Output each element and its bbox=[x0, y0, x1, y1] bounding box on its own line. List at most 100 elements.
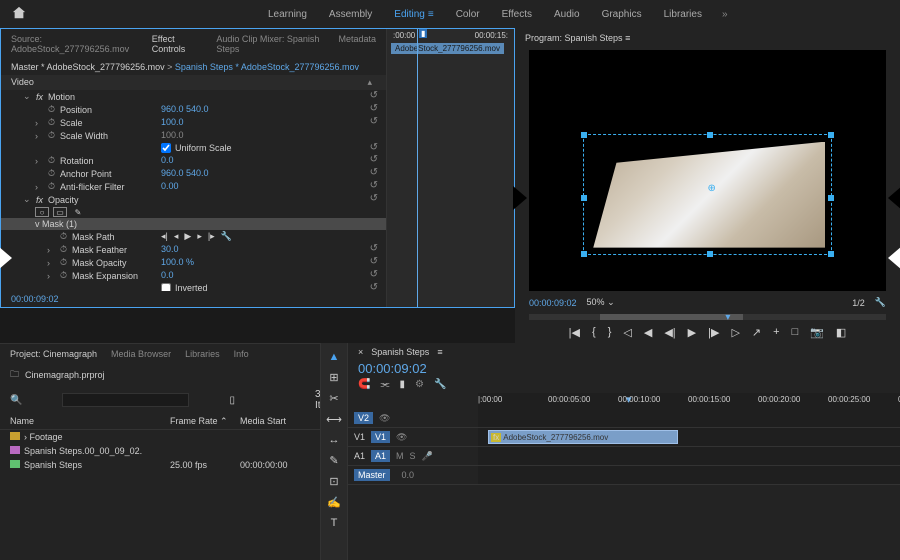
property-value[interactable]: 30.0 bbox=[161, 243, 366, 256]
reset-icon[interactable]: ↺ bbox=[366, 243, 386, 256]
pen-mask-icon[interactable]: ✎ bbox=[71, 207, 85, 217]
project-item[interactable]: › Footage bbox=[0, 430, 320, 444]
property-value[interactable]: 100.0 bbox=[161, 116, 366, 129]
solo-button[interactable]: S bbox=[410, 451, 416, 461]
col-name[interactable]: Name bbox=[10, 416, 170, 427]
program-scrubber[interactable]: ▾ bbox=[529, 314, 886, 320]
settings-icon[interactable]: ⚙ bbox=[415, 379, 424, 390]
close-tab-icon[interactable]: × bbox=[358, 347, 363, 357]
home-icon[interactable] bbox=[12, 6, 28, 22]
reset-icon[interactable]: ↺ bbox=[366, 167, 386, 180]
program-timecode[interactable]: 00:00:09:02 bbox=[529, 298, 577, 308]
tab-source[interactable]: Source: AdobeStock_277796256.mov bbox=[11, 34, 136, 54]
mask-handle[interactable] bbox=[581, 132, 587, 138]
project-tab[interactable]: Media Browser bbox=[111, 349, 171, 359]
wrench-icon[interactable]: 🔧 bbox=[221, 231, 232, 242]
workspace-assembly[interactable]: Assembly bbox=[329, 9, 372, 20]
transport-btn-6[interactable]: ▶ bbox=[688, 326, 696, 339]
effect-mini-timeline[interactable]: :00:00 ▮ 00:00:15: AdobeStock_277796256.… bbox=[386, 29, 514, 307]
stopwatch-icon[interactable]: ⏱ bbox=[60, 270, 67, 281]
tool-5[interactable]: ✎ bbox=[329, 454, 338, 467]
program-title[interactable]: Program: Spanish Steps bbox=[525, 33, 623, 43]
stopwatch-icon[interactable]: ⏱ bbox=[48, 155, 55, 166]
project-tab[interactable]: Project: Cinemagraph bbox=[10, 349, 97, 359]
workspace-libraries[interactable]: Libraries bbox=[664, 9, 702, 20]
workspace-editing[interactable]: Editing≡ bbox=[394, 9, 433, 20]
track-source[interactable]: V1 bbox=[354, 432, 365, 442]
track-lane[interactable]: fxAdobeStock_277796256.mov bbox=[478, 428, 900, 446]
track-label[interactable]: V1 bbox=[371, 431, 390, 443]
property-value[interactable]: 0.0 bbox=[161, 154, 366, 167]
master-link[interactable]: Spanish Steps * AdobeStock_277796256.mov bbox=[175, 62, 359, 72]
property-value[interactable]: 100.0 % bbox=[161, 256, 366, 269]
reset-icon[interactable]: ↺ bbox=[366, 116, 386, 129]
stopwatch-icon[interactable]: ⏱ bbox=[48, 117, 55, 128]
checkbox-uniform-scale[interactable]: Uniform Scale bbox=[161, 143, 366, 153]
transport-btn-2[interactable]: } bbox=[608, 326, 612, 339]
transport-btn-7[interactable]: |▶ bbox=[708, 326, 719, 339]
reset-icon[interactable]: ↺ bbox=[366, 193, 386, 206]
tool-3[interactable]: ⟷ bbox=[326, 413, 342, 426]
mic-icon[interactable]: 🎤 bbox=[422, 451, 433, 462]
reset-icon[interactable]: ↺ bbox=[366, 256, 386, 269]
property-value[interactable] bbox=[161, 90, 366, 103]
reset-icon[interactable]: ↺ bbox=[366, 180, 386, 193]
mask-handle[interactable] bbox=[581, 251, 587, 257]
solo-button[interactable]: 0.0 bbox=[402, 470, 415, 480]
tool-0[interactable]: ▲ bbox=[329, 351, 340, 363]
track-lane[interactable] bbox=[478, 447, 900, 465]
reset-icon[interactable]: ↺ bbox=[366, 269, 386, 282]
stopwatch-icon[interactable]: ⏱ bbox=[60, 231, 67, 242]
tool-8[interactable]: T bbox=[331, 517, 338, 529]
timeline-timecode[interactable]: 00:00:09:02 bbox=[348, 361, 900, 376]
col-framerate[interactable]: Frame Rate ⌃ bbox=[170, 416, 240, 427]
tab-effect-controls[interactable]: Effect Controls bbox=[152, 34, 201, 54]
track-lane[interactable] bbox=[478, 409, 900, 427]
transport-btn-13[interactable]: ◧ bbox=[836, 326, 846, 339]
timeline-sequence-name[interactable]: Spanish Steps bbox=[371, 347, 429, 357]
mask-handle[interactable] bbox=[707, 251, 713, 257]
mini-playhead[interactable] bbox=[417, 29, 418, 307]
mask-handle[interactable] bbox=[581, 195, 587, 201]
track-fwd-icon[interactable]: ▸ bbox=[197, 231, 202, 242]
stopwatch-icon[interactable]: ⏱ bbox=[48, 130, 55, 141]
track-prev-icon[interactable]: ◂| bbox=[161, 231, 168, 242]
expand-icon[interactable]: ⌄ bbox=[23, 91, 31, 102]
search-icon[interactable]: 🔍 bbox=[10, 395, 22, 406]
reset-icon[interactable]: ↺ bbox=[366, 154, 386, 167]
anchor-crosshair-icon[interactable]: ⊕ bbox=[708, 183, 716, 194]
tool-1[interactable]: ⊞ bbox=[329, 371, 338, 384]
effect-timecode[interactable]: 00:00:09:02 bbox=[1, 291, 386, 307]
checkbox-inverted[interactable]: Inverted bbox=[161, 283, 366, 291]
overflow-icon[interactable]: » bbox=[722, 9, 728, 20]
ellipse-mask-icon[interactable]: ○ bbox=[35, 207, 49, 217]
caret-up-icon[interactable]: ▴ bbox=[367, 77, 372, 88]
reset-icon[interactable] bbox=[366, 230, 386, 243]
expand-icon[interactable]: › bbox=[47, 245, 55, 255]
tool-2[interactable]: ✂ bbox=[329, 392, 338, 405]
tab-metadata[interactable]: Metadata bbox=[338, 34, 376, 54]
rect-mask-icon[interactable]: ▭ bbox=[53, 207, 67, 217]
zoom-dropdown[interactable]: 50% ⌄ bbox=[587, 297, 615, 308]
property-value[interactable]: 0.00 bbox=[161, 180, 366, 193]
mask-handle[interactable] bbox=[828, 132, 834, 138]
transport-btn-10[interactable]: + bbox=[773, 326, 779, 339]
nav-arrow-left-white[interactable] bbox=[0, 246, 12, 270]
page-indicator[interactable]: 1/2 bbox=[852, 298, 865, 308]
mask-handle[interactable] bbox=[707, 132, 713, 138]
expand-icon[interactable]: ⌄ bbox=[23, 194, 31, 205]
property-value[interactable]: 0.0 bbox=[161, 269, 366, 282]
property-value[interactable]: 100.0 bbox=[161, 129, 366, 142]
eye-icon[interactable]: 👁 bbox=[396, 432, 407, 443]
track-label[interactable]: Master bbox=[354, 469, 390, 481]
workspace-learning[interactable]: Learning bbox=[268, 9, 307, 20]
mask-header[interactable]: v Mask (1) bbox=[1, 218, 386, 230]
transport-btn-12[interactable]: 📷 bbox=[810, 326, 824, 339]
transport-btn-8[interactable]: ▷ bbox=[731, 326, 739, 339]
track-next-icon[interactable]: |▸ bbox=[208, 231, 215, 242]
transport-btn-1[interactable]: { bbox=[592, 326, 596, 339]
stopwatch-icon[interactable]: ⏱ bbox=[48, 104, 55, 115]
link-icon[interactable]: ⫘ bbox=[380, 379, 389, 390]
transport-btn-4[interactable]: ◀ bbox=[644, 326, 652, 339]
reset-icon[interactable]: ↺ bbox=[366, 142, 386, 154]
